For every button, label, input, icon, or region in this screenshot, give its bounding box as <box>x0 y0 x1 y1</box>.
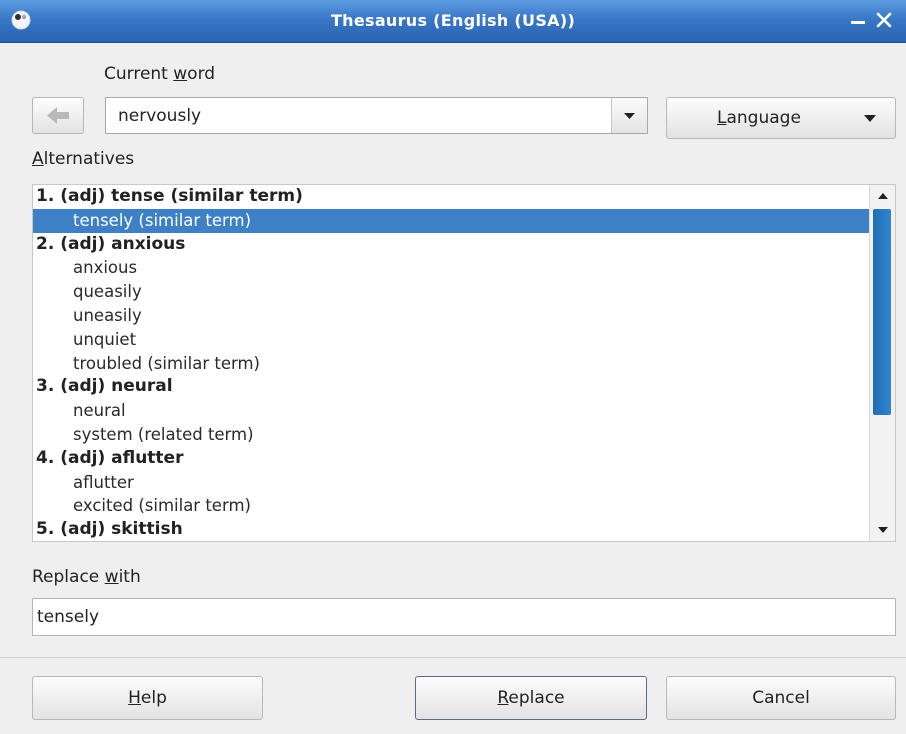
current-word-dropdown-button[interactable] <box>611 98 647 133</box>
replace-with-input[interactable]: tensely <box>32 598 896 636</box>
list-item[interactable]: anxious <box>33 256 869 280</box>
list-group-header[interactable]: 2. (adj) anxious <box>33 233 869 257</box>
list-group-header[interactable]: 4. (adj) aflutter <box>33 447 869 471</box>
replace-with-label: Replace with <box>32 567 141 587</box>
list-item[interactable]: excited (similar term) <box>33 494 869 518</box>
alternatives-list[interactable]: 1. (adj) tense (similar term) tensely (si… <box>32 184 896 542</box>
language-button[interactable]: Language <box>666 97 896 139</box>
cancel-button[interactable]: Cancel <box>666 676 896 720</box>
vertical-scrollbar[interactable] <box>869 185 895 541</box>
list-group-header[interactable]: 1. (adj) tense (similar term) <box>33 185 869 209</box>
help-button[interactable]: Help <box>32 676 263 720</box>
list-item[interactable]: queasily <box>33 280 869 304</box>
replace-with-value[interactable]: tensely <box>37 607 99 627</box>
alternatives-label: Alternatives <box>32 149 135 169</box>
scroll-down-icon[interactable] <box>876 525 890 535</box>
list-item[interactable]: troubled (similar term) <box>33 352 869 376</box>
back-button[interactable] <box>32 97 84 134</box>
list-group-header[interactable]: 5. (adj) skittish <box>33 518 869 541</box>
window-title: Thesaurus (English (USA)) <box>330 11 576 30</box>
dropdown-arrow-icon <box>624 113 635 119</box>
close-icon[interactable] <box>874 10 894 30</box>
button-divider <box>0 657 906 658</box>
minimize-icon[interactable] <box>848 10 868 30</box>
chevron-down-icon <box>864 115 876 122</box>
alternatives-list-content: 1. (adj) tense (similar term) tensely (si… <box>33 185 869 541</box>
list-item[interactable]: aflutter <box>33 471 869 495</box>
current-word-label: Current word <box>104 64 216 84</box>
back-arrow-icon <box>47 107 69 124</box>
list-item[interactable]: system (related term) <box>33 423 869 447</box>
replace-button[interactable]: Replace <box>415 676 647 720</box>
list-item[interactable]: uneasily <box>33 304 869 328</box>
list-item[interactable]: neural <box>33 399 869 423</box>
scroll-up-icon[interactable] <box>876 191 890 201</box>
title-bar[interactable]: Thesaurus (English (USA)) <box>0 0 906 43</box>
scrollbar-thumb[interactable] <box>873 209 891 415</box>
list-item[interactable]: tensely (similar term) <box>33 208 869 233</box>
list-item[interactable]: unquiet <box>33 328 869 352</box>
language-button-label: Language <box>717 108 801 128</box>
current-word-combobox[interactable]: nervously <box>105 97 648 134</box>
current-word-value[interactable]: nervously <box>118 106 201 126</box>
list-group-header[interactable]: 3. (adj) neural <box>33 375 869 399</box>
